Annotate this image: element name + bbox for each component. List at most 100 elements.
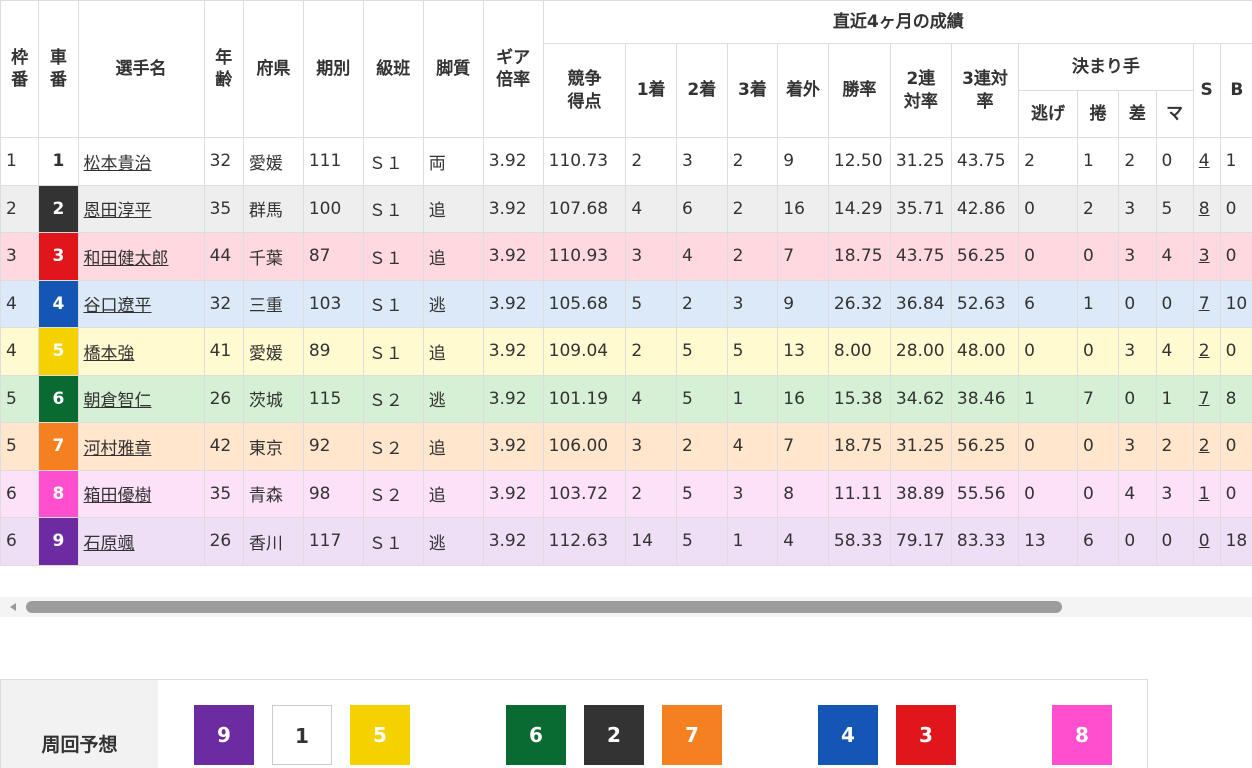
cell-mark: 0 — [1155, 517, 1194, 566]
cell-r3: 55.56 — [950, 469, 1020, 518]
cell-sashi: 0 — [1118, 374, 1157, 423]
scroll-thumb[interactable] — [26, 601, 1062, 613]
header-nige: 逃げ — [1018, 90, 1078, 138]
cell-b: 0 — [1219, 469, 1252, 518]
cell-gear: 3.92 — [482, 137, 544, 186]
horizontal-scrollbar[interactable] — [0, 597, 1252, 617]
cell-s[interactable]: 8 — [1192, 184, 1221, 233]
cell-r2: 43.75 — [889, 232, 952, 281]
cell-s[interactable]: 2 — [1192, 327, 1221, 376]
racer-name-link[interactable]: 和田健太郎 — [84, 249, 169, 269]
s-count-link[interactable]: 7 — [1199, 294, 1210, 314]
cell-car: 1 — [38, 137, 79, 186]
cell-name[interactable]: 和田健太郎 — [77, 232, 205, 281]
s-count-link[interactable]: 7 — [1199, 389, 1210, 409]
cell-car: 2 — [38, 184, 79, 233]
s-count-link[interactable]: 4 — [1199, 151, 1210, 171]
cell-out: 9 — [777, 137, 829, 186]
cell-class: Ｓ１ — [362, 327, 424, 376]
table-row: 2 2 恩田淳平 35 群馬 100 Ｓ１ 追 3.92 107.68 4 6 2 16 14.29 35.7… — [0, 184, 1252, 233]
racer-name-link[interactable]: 箱田優樹 — [84, 486, 152, 506]
cell-gear: 3.92 — [482, 469, 544, 518]
cell-s[interactable]: 0 — [1192, 517, 1221, 566]
cell-out: 9 — [777, 279, 829, 328]
racer-name-link[interactable]: 橋本強 — [84, 344, 135, 364]
racer-name-link[interactable]: 石原颯 — [84, 534, 135, 554]
cell-style: 逃 — [422, 374, 484, 423]
cell-score: 107.68 — [542, 184, 627, 233]
s-count-link[interactable]: 3 — [1199, 246, 1210, 266]
cell-waku: 6 — [0, 469, 40, 518]
s-count-link[interactable]: 8 — [1199, 199, 1210, 219]
cell-name[interactable]: 谷口遼平 — [77, 279, 205, 328]
racer-name-link[interactable]: 松本貴治 — [84, 154, 152, 174]
cell-win: 58.33 — [827, 517, 891, 566]
cell-b: 0 — [1219, 327, 1252, 376]
scroll-left-arrow-icon[interactable] — [10, 603, 16, 611]
cell-r2: 36.84 — [889, 279, 952, 328]
cell-nige: 0 — [1018, 232, 1078, 281]
header-kimarite: 決まり手 — [1018, 43, 1194, 91]
cell-third: 4 — [726, 422, 779, 471]
cell-name[interactable]: 朝倉智仁 — [77, 374, 205, 423]
cell-name[interactable]: 石原颯 — [77, 517, 205, 566]
cell-age: 35 — [203, 184, 244, 233]
lap-prediction-label: 周回予想 — [1, 680, 158, 768]
racer-name-link[interactable]: 朝倉智仁 — [84, 391, 152, 411]
cell-s[interactable]: 7 — [1192, 374, 1221, 423]
prediction-box-car: 3 — [896, 705, 956, 765]
cell-pref: 群馬 — [242, 184, 304, 233]
s-count-link[interactable]: 2 — [1199, 436, 1210, 456]
cell-mark: 4 — [1155, 327, 1194, 376]
cell-sashi: 3 — [1118, 232, 1157, 281]
cell-third: 5 — [726, 327, 779, 376]
cell-name[interactable]: 箱田優樹 — [77, 469, 205, 518]
cell-s[interactable]: 2 — [1192, 422, 1221, 471]
race-table-body: 1 1 松本貴治 32 愛媛 111 Ｓ１ 両 3.92 110.73 2 3 2 9 12.50 31.25… — [0, 137, 1252, 566]
cell-class: Ｓ２ — [362, 469, 424, 518]
cell-second: 4 — [675, 232, 728, 281]
cell-s[interactable]: 7 — [1192, 279, 1221, 328]
cell-first: 2 — [625, 469, 677, 518]
header-class: 級班 — [362, 0, 424, 138]
cell-r3: 56.25 — [950, 232, 1020, 281]
cell-age: 42 — [203, 422, 244, 471]
cell-s[interactable]: 1 — [1192, 469, 1221, 518]
cell-first: 5 — [625, 279, 677, 328]
s-count-link[interactable]: 1 — [1199, 484, 1210, 504]
cell-car: 3 — [38, 232, 79, 281]
header-waku: 枠番 — [0, 0, 40, 138]
cell-score: 106.00 — [542, 422, 627, 471]
cell-third: 2 — [726, 184, 779, 233]
s-count-link[interactable]: 2 — [1199, 341, 1210, 361]
cell-r3: 42.86 — [950, 184, 1020, 233]
cell-s[interactable]: 3 — [1192, 232, 1221, 281]
header-sashi: 差 — [1118, 90, 1157, 138]
cell-car: 4 — [38, 279, 79, 328]
cell-term: 117 — [302, 517, 364, 566]
s-count-link[interactable]: 0 — [1199, 531, 1210, 551]
racer-name-link[interactable]: 河村雅章 — [84, 439, 152, 459]
cell-score: 103.72 — [542, 469, 627, 518]
cell-second: 2 — [675, 279, 728, 328]
cell-pref: 東京 — [242, 422, 304, 471]
header-out: 着外 — [777, 43, 829, 138]
cell-name[interactable]: 橋本強 — [77, 327, 205, 376]
cell-name[interactable]: 河村雅章 — [77, 422, 205, 471]
lap-prediction-panel: 周回予想 915 627 43 8 — [0, 679, 1148, 768]
cell-r2: 28.00 — [889, 327, 952, 376]
cell-name[interactable]: 恩田淳平 — [77, 184, 205, 233]
header-pref: 府県 — [242, 0, 304, 138]
cell-name[interactable]: 松本貴治 — [77, 137, 205, 186]
racer-name-link[interactable]: 恩田淳平 — [84, 201, 152, 221]
cell-r2: 31.25 — [889, 137, 952, 186]
cell-class: Ｓ１ — [362, 184, 424, 233]
cell-b: 0 — [1219, 232, 1252, 281]
cell-win: 15.38 — [827, 374, 891, 423]
cell-nige: 6 — [1018, 279, 1078, 328]
cell-b: 1 — [1219, 137, 1252, 186]
cell-s[interactable]: 4 — [1192, 137, 1221, 186]
racer-name-link[interactable]: 谷口遼平 — [84, 296, 152, 316]
cell-first: 14 — [625, 517, 677, 566]
cell-score: 101.19 — [542, 374, 627, 423]
